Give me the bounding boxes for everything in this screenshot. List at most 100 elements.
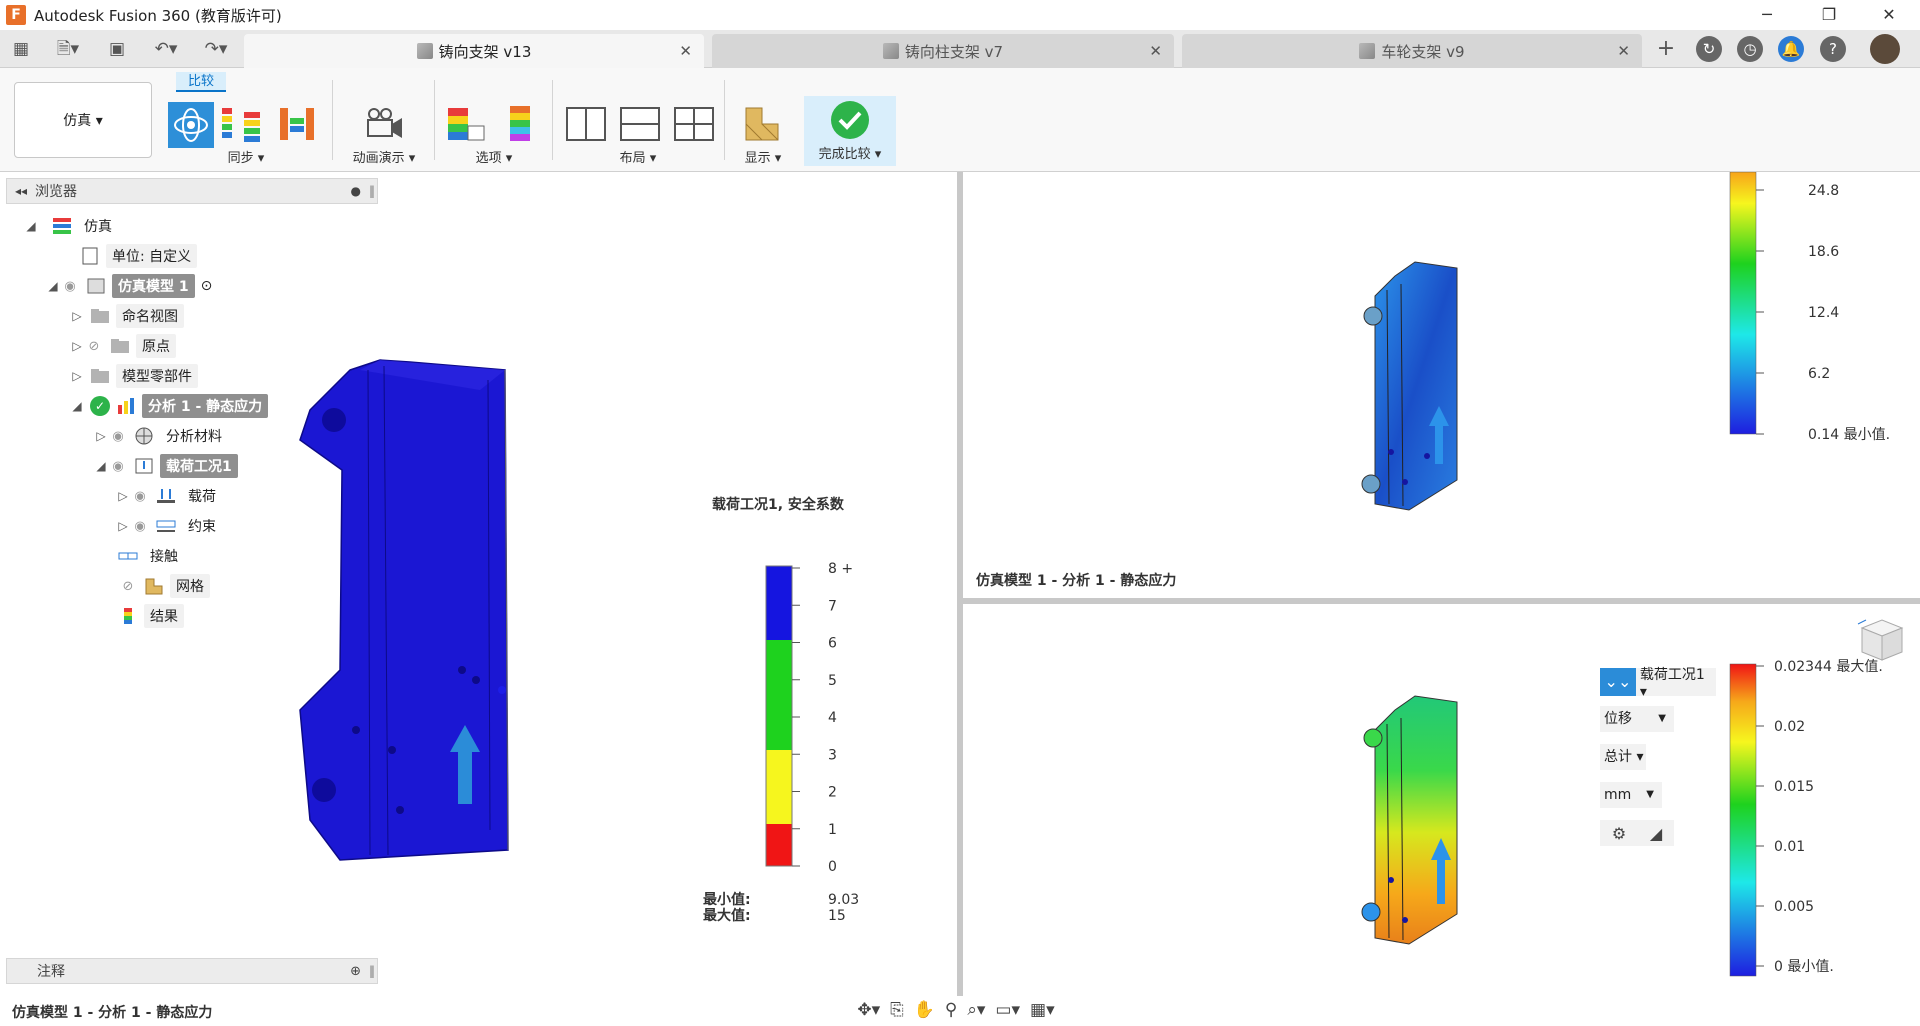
tree-item-contacts[interactable]: 接触 (118, 544, 184, 568)
grid-settings-icon[interactable]: ▦▾ (1030, 1000, 1055, 1020)
collapsed-triangle-icon[interactable]: ▷ (94, 429, 108, 443)
notifications-icon[interactable]: 🔔 (1778, 36, 1804, 62)
animation-camera-icon[interactable] (362, 102, 406, 146)
tree-item-model-components[interactable]: ▷ 模型零部件 (70, 364, 198, 388)
collapsed-triangle-icon[interactable]: ▷ (70, 309, 84, 323)
undo-icon[interactable]: ↶▾ (146, 38, 186, 60)
unit-dropdown[interactable]: mm ▼ (1600, 782, 1662, 808)
expanded-triangle-icon[interactable]: ◢ (94, 459, 108, 473)
tab-close-icon[interactable]: ✕ (1149, 42, 1162, 60)
sync-cameras-icon[interactable] (168, 102, 214, 148)
redo-icon[interactable]: ↷▾ (196, 38, 236, 60)
tree-item-simulation[interactable]: ◢ 仿真 (24, 214, 118, 238)
animation-label[interactable]: 动画演示 ▾ (336, 147, 432, 166)
finish-compare-label[interactable]: 完成比较 ▾ (804, 143, 896, 162)
sync-legend-icon[interactable] (220, 102, 264, 146)
collapsed-triangle-icon[interactable]: ▷ (116, 519, 130, 533)
panel-grip-icon[interactable]: ‖ (369, 964, 375, 978)
pin-icon[interactable]: ● (351, 184, 361, 198)
gear-icon[interactable]: ⚙ (1612, 824, 1626, 843)
collapse-arrow-icon[interactable]: ◂◂ (15, 184, 27, 198)
orbit-icon[interactable]: ✥▾ (857, 1000, 880, 1020)
add-note-icon[interactable]: ⊕ (350, 964, 361, 979)
color-bar-icon[interactable] (498, 102, 542, 146)
expand-double-chevron-icon[interactable]: ⌄⌄ (1600, 668, 1636, 696)
sync-label[interactable]: 同步 ▾ (164, 147, 328, 166)
tree-item-sim-model[interactable]: ◢ ◉ 仿真模型 1 ⊙ (46, 274, 212, 298)
hidden-eye-icon[interactable]: ⊘ (84, 339, 104, 354)
collapsed-triangle-icon[interactable]: ▷ (116, 489, 130, 503)
close-window-button[interactable]: ✕ (1866, 0, 1912, 30)
tab-document-2[interactable]: 铸向柱支架 v7 ✕ (712, 34, 1174, 68)
displacement-legend[interactable]: 0.02344 最大值.0.020.0150.010.0050 最小值. (1724, 652, 1920, 982)
result-type-dropdown[interactable]: 位移 ▼ (1600, 706, 1674, 732)
look-at-icon[interactable]: ⎘ (890, 1000, 904, 1020)
collapsed-triangle-icon[interactable]: ▷ (70, 369, 84, 383)
data-panel-icon[interactable]: ↻ (1696, 36, 1722, 62)
panel-grip-icon[interactable]: ‖ (369, 184, 375, 198)
tree-item-constraints[interactable]: ▷ ◉ 约束 (116, 514, 222, 538)
minimize-button[interactable]: ─ (1744, 0, 1790, 30)
expanded-triangle-icon[interactable]: ◢ (46, 279, 60, 293)
expanded-triangle-icon[interactable]: ◢ (70, 399, 84, 413)
display-label[interactable]: 显示 ▾ (728, 147, 798, 166)
tree-item-named-views[interactable]: ▷ 命名视图 (70, 304, 184, 328)
app-grid-icon[interactable]: ▦ (10, 38, 32, 60)
layout-label[interactable]: 布局 ▾ (556, 147, 720, 166)
expanded-triangle-icon[interactable]: ◢ (24, 219, 38, 233)
zoom-window-icon[interactable]: ⌕▾ (967, 1000, 985, 1020)
job-status-icon[interactable]: ◷ (1737, 36, 1763, 62)
tree-item-units[interactable]: 单位: 自定义 (74, 244, 198, 268)
component-dropdown[interactable]: 总计 ▾ (1600, 744, 1646, 770)
tab-close-icon[interactable]: ✕ (679, 42, 692, 60)
tree-item-origin[interactable]: ▷ ⊘ 原点 (70, 334, 176, 358)
tree-item-load-case[interactable]: ◢ ◉ 载荷工况1 (94, 454, 238, 478)
finish-compare-group[interactable]: 完成比较 ▾ (804, 96, 896, 166)
collapsed-triangle-icon[interactable]: ▷ (70, 339, 84, 353)
load-case-selector[interactable]: ⌄⌄ 载荷工况1 ▾ (1600, 667, 1716, 700)
finish-check-icon[interactable] (830, 100, 870, 140)
file-menu-icon[interactable]: 🗎▾ (48, 38, 88, 60)
layout-two-rows-icon[interactable] (618, 102, 662, 146)
help-icon[interactable]: ? (1820, 36, 1846, 62)
bottom-right-viewport-model[interactable] (1345, 690, 1475, 952)
tree-item-study-materials[interactable]: ▷ ◉ 分析材料 (94, 424, 228, 448)
tab-close-icon[interactable]: ✕ (1617, 42, 1630, 60)
visibility-eye-icon[interactable]: ◉ (130, 519, 150, 534)
layout-grid-icon[interactable] (672, 102, 716, 146)
tab-document-3[interactable]: 车轮支架 v9 ✕ (1182, 34, 1642, 68)
view-cube-icon[interactable] (1852, 614, 1910, 666)
visibility-eye-icon[interactable]: ◉ (108, 429, 128, 444)
top-right-viewport-model[interactable] (1345, 256, 1475, 518)
display-settings-icon[interactable]: ▭▾ (995, 1000, 1020, 1020)
tab-document-1[interactable]: 铸向支架 v13 ✕ (244, 34, 704, 68)
pan-hand-icon[interactable]: ✋ (914, 1000, 935, 1020)
viewport-divider-vertical[interactable] (957, 172, 963, 996)
hidden-eye-icon[interactable]: ⊘ (118, 579, 138, 594)
tree-item-analysis[interactable]: ◢ ✓ 分析 1 - 静态应力 (70, 394, 269, 418)
left-viewport-model[interactable] (280, 350, 520, 870)
new-tab-icon[interactable]: + (1654, 38, 1678, 60)
sync-results-icon[interactable] (276, 102, 320, 146)
visibility-eye-icon[interactable]: ◉ (60, 279, 80, 294)
tree-item-mesh[interactable]: ⊘ 网格 (118, 574, 210, 598)
tree-item-loads[interactable]: ▷ ◉ 载荷 (116, 484, 222, 508)
options-label[interactable]: 选项 ▾ (438, 147, 550, 166)
workspace-switcher-button[interactable]: 仿真 ▾ (14, 82, 152, 158)
deformation-scale-icon[interactable]: ◢ (1650, 824, 1662, 843)
display-mesh-icon[interactable] (740, 102, 784, 146)
stress-legend[interactable]: 24.8 18.6 12.4 6.2 0.14 最小值. (1724, 172, 1920, 442)
tree-item-results[interactable]: 结果 (118, 604, 184, 628)
safety-factor-legend[interactable]: 8 + 7 6 5 4 3 2 1 0 (760, 556, 880, 876)
avatar[interactable] (1870, 34, 1900, 64)
viewport-divider-horizontal[interactable] (963, 598, 1920, 604)
visibility-eye-icon[interactable]: ◉ (108, 459, 128, 474)
notes-panel-header[interactable]: 注释 ⊕ ‖ (6, 958, 378, 984)
activate-radio-icon[interactable]: ⊙ (201, 278, 213, 294)
layout-two-columns-icon[interactable] (564, 102, 608, 146)
restore-button[interactable]: ❐ (1806, 0, 1852, 30)
save-icon[interactable]: ▣ (106, 38, 128, 60)
legend-options-icon[interactable] (446, 102, 490, 146)
visibility-eye-icon[interactable]: ◉ (130, 489, 150, 504)
zoom-icon[interactable]: ⚲ (945, 1000, 957, 1020)
